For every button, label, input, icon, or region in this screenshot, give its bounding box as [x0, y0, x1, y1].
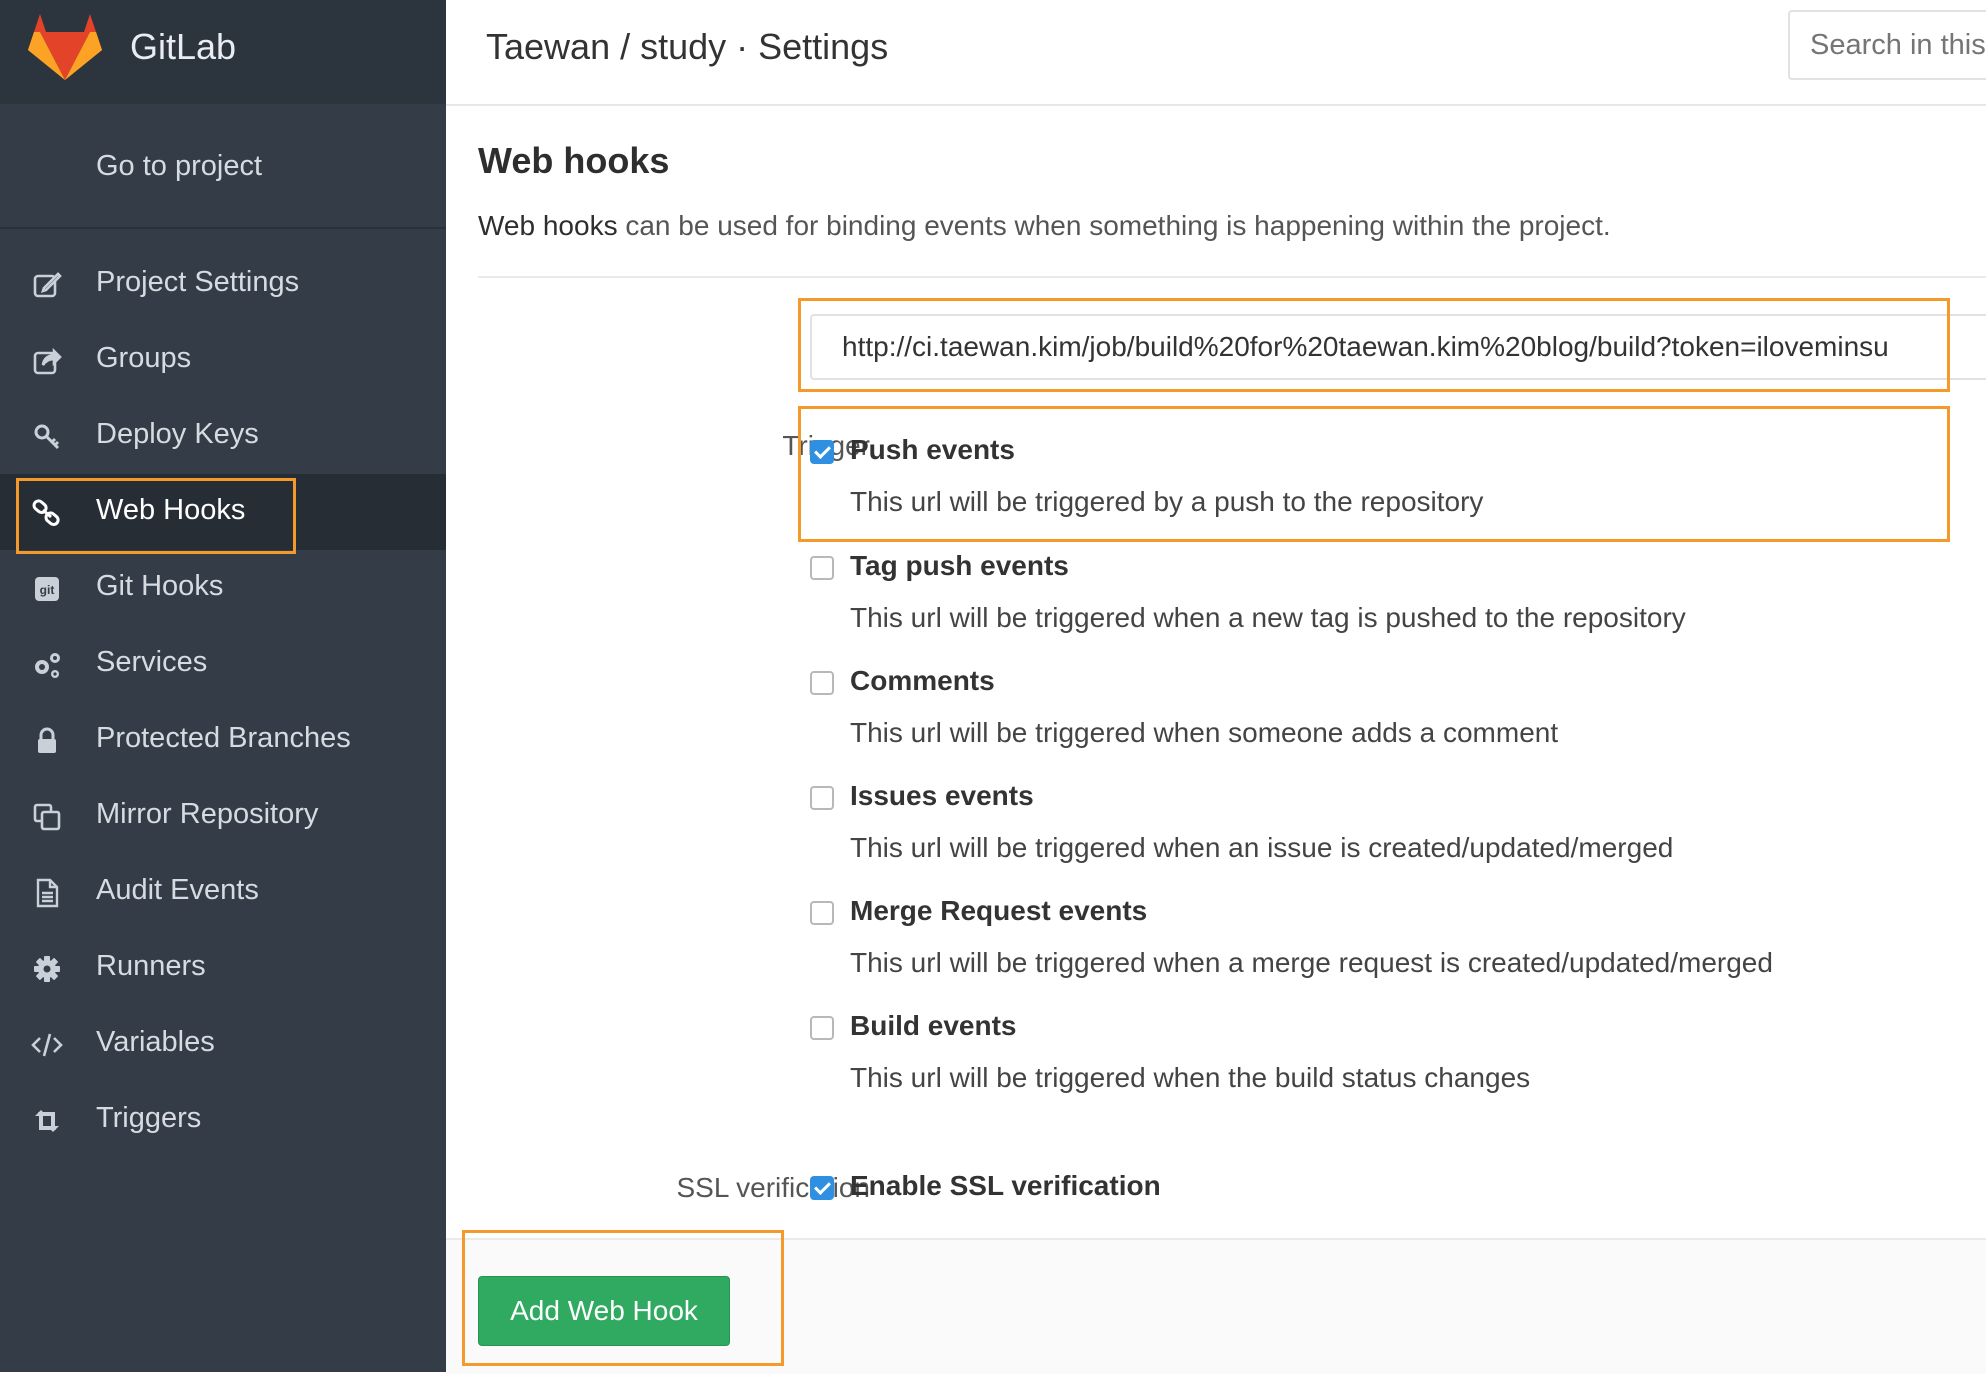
sidebar-item-audit-events[interactable]: Audit Events — [0, 854, 446, 930]
section-divider — [478, 276, 1986, 278]
sidebar-item-services[interactable]: Services — [0, 626, 446, 702]
sidebar-item-git-hooks[interactable]: git Git Hooks — [0, 550, 446, 626]
sidebar-item-label: Runners — [96, 950, 206, 982]
retweet-icon — [30, 1104, 64, 1138]
sidebar-item-deploy-keys[interactable]: Deploy Keys — [0, 398, 446, 474]
file-icon — [30, 876, 64, 910]
sidebar-item-runners[interactable]: Runners — [0, 930, 446, 1006]
ssl-verification-option[interactable]: Enable SSL verification — [850, 1170, 1161, 1202]
sidebar-item-variables[interactable]: Variables — [0, 1006, 446, 1082]
sidebar-item-label: Deploy Keys — [96, 418, 259, 450]
sidebar-header: GitLab — [0, 0, 446, 104]
search-input[interactable] — [1788, 10, 1986, 80]
build-events-title[interactable]: Build events — [850, 1010, 1016, 1042]
code-icon — [30, 1028, 64, 1062]
sidebar-item-label: Groups — [96, 342, 192, 374]
build-events-description: This url will be triggered when the buil… — [850, 1062, 1531, 1093]
tag-push-events-description: This url will be triggered when a new ta… — [850, 602, 1686, 633]
merge-request-events-title[interactable]: Merge Request events — [850, 895, 1147, 927]
top-bar: Taewan / study · Settings — [446, 0, 1986, 106]
comments-checkbox[interactable] — [810, 671, 834, 695]
gear-icon — [30, 952, 64, 986]
sidebar-item-groups[interactable]: Groups — [0, 322, 446, 398]
highlight-box-url — [798, 298, 1950, 392]
sidebar-item-label: Variables — [96, 1026, 215, 1058]
breadcrumb[interactable]: Taewan / study · Settings — [486, 26, 888, 68]
description-strong: Web hooks — [478, 210, 618, 241]
gitlab-logo-icon[interactable] — [26, 12, 104, 82]
sidebar-item-triggers[interactable]: Triggers — [0, 1082, 446, 1158]
go-to-project-link[interactable]: Go to project — [96, 150, 262, 183]
sidebar-item-label: Triggers — [96, 1102, 202, 1134]
edit-icon — [30, 268, 64, 302]
ssl-verification-checkbox[interactable] — [810, 1176, 834, 1200]
comments-title[interactable]: Comments — [850, 665, 995, 697]
sidebar-item-label: Project Settings — [96, 266, 300, 298]
sidebar-item-mirror-repository[interactable]: Mirror Repository — [0, 778, 446, 854]
description-text: can be used for binding events when some… — [617, 210, 1611, 241]
git-icon: git — [30, 572, 64, 606]
tag-push-events-title[interactable]: Tag push events — [850, 550, 1069, 582]
brand-name[interactable]: GitLab — [130, 26, 236, 68]
merge-request-events-description: This url will be triggered when a merge … — [850, 947, 1773, 978]
sidebar-item-label: Audit Events — [96, 874, 259, 906]
issues-events-checkbox[interactable] — [810, 786, 834, 810]
sidebar-item-label: Git Hooks — [96, 570, 224, 602]
comments-description: This url will be triggered when someone … — [850, 717, 1559, 748]
key-icon — [30, 420, 64, 454]
build-events-checkbox[interactable] — [810, 1016, 834, 1040]
page-description: Web hooks can be used for binding events… — [478, 210, 1611, 242]
svg-text:git: git — [40, 583, 55, 597]
issues-events-description: This url will be triggered when an issue… — [850, 832, 1674, 863]
sidebar-item-label: Mirror Repository — [96, 798, 319, 830]
clone-icon — [30, 800, 64, 834]
highlight-box-web-hooks — [16, 478, 296, 554]
sidebar: GitLab Go to project Project Settings Gr… — [0, 0, 446, 1372]
tag-push-events-checkbox[interactable] — [810, 556, 834, 580]
sidebar-item-protected-branches[interactable]: Protected Branches — [0, 702, 446, 778]
sidebar-divider — [0, 227, 446, 229]
page-title: Web hooks — [478, 140, 670, 181]
highlight-box-add-button — [462, 1230, 784, 1366]
sidebar-item-project-settings[interactable]: Project Settings — [0, 246, 446, 322]
sidebar-item-label: Protected Branches — [96, 722, 351, 754]
sidebar-item-label: Services — [96, 646, 208, 678]
highlight-box-push-events — [798, 406, 1950, 542]
share-icon — [30, 344, 64, 378]
issues-events-title[interactable]: Issues events — [850, 780, 1034, 812]
main-content: Web hooks Web hooks can be used for bind… — [446, 104, 1986, 1374]
lock-icon — [30, 724, 64, 758]
merge-request-events-checkbox[interactable] — [810, 901, 834, 925]
cogs-icon — [30, 648, 64, 682]
